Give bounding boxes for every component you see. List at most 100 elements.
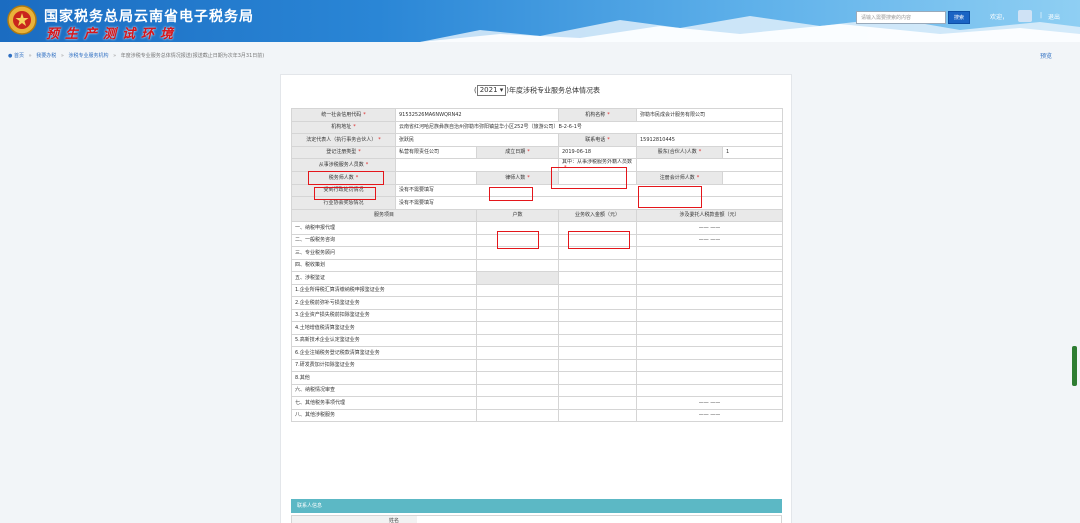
revenue-input[interactable] xyxy=(558,296,637,310)
households-input[interactable] xyxy=(476,296,559,310)
revenue-input[interactable] xyxy=(558,408,637,422)
service-item-label: 五、涉税鉴证 xyxy=(291,271,477,285)
highlight-households-column xyxy=(497,231,539,249)
households-input[interactable] xyxy=(476,308,559,322)
search-button[interactable]: 搜索 xyxy=(948,11,970,24)
search-input[interactable]: 请输入需要搜索的内容 xyxy=(856,11,946,24)
involved-tax-input[interactable] xyxy=(635,321,784,335)
service-item-label: 7.研发费加计扣除鉴证业务 xyxy=(291,358,477,372)
households-input[interactable] xyxy=(476,396,559,410)
involved-tax-input[interactable] xyxy=(635,246,784,260)
revenue-input[interactable] xyxy=(558,321,637,335)
involved-tax-input[interactable] xyxy=(635,358,784,372)
org-name-label: 机构名称 * xyxy=(558,108,637,122)
org-name-value: 弥勒市民成会计服务有限公司 xyxy=(635,108,784,122)
service-item-label: 四、税收策划 xyxy=(291,258,477,272)
table-row: 6.企业注销税务登记税款清算鉴证业务 xyxy=(291,346,784,360)
revenue-input[interactable] xyxy=(558,333,637,347)
table-row: 1.企业所得税汇算清缴纳税申报鉴证业务 xyxy=(291,283,784,297)
households-input[interactable] xyxy=(476,258,559,272)
revenue-input[interactable] xyxy=(558,358,637,372)
highlight-cpa-label xyxy=(638,186,702,208)
foreign-staff-input[interactable] xyxy=(635,158,784,172)
scrollbar-thumb[interactable] xyxy=(1072,346,1077,386)
phone-value: 15912810445 xyxy=(635,133,784,147)
revenue-input[interactable] xyxy=(558,271,637,285)
households-input[interactable] xyxy=(476,333,559,347)
staff-input[interactable] xyxy=(395,158,559,172)
households-input[interactable] xyxy=(476,283,559,297)
households-input[interactable] xyxy=(476,321,559,335)
involved-tax-input[interactable] xyxy=(635,283,784,297)
households-input[interactable] xyxy=(476,371,559,385)
service-item-label: 二、一般税务咨询 xyxy=(291,233,477,247)
involved-tax-input[interactable] xyxy=(635,371,784,385)
form-panel: (2021 ▾)年度涉税专业服务总体情况表 统一社会信用代码 * 91532526… xyxy=(280,74,792,523)
revenue-input[interactable] xyxy=(558,371,637,385)
service-item-label: 8.其他 xyxy=(291,371,477,385)
households-input[interactable] xyxy=(476,383,559,397)
revenue-input[interactable] xyxy=(558,283,637,297)
mountain-decoration xyxy=(420,16,1080,42)
address-value: 云南省红河哈尼族彝族自治州弥勒市弥阳镇益华小区252号（旅游公司）B-2-6-1… xyxy=(394,120,784,134)
revenue-input[interactable] xyxy=(558,396,637,410)
est-date-label: 成立日期 * xyxy=(476,145,559,159)
address-label: 机构地址 * xyxy=(291,120,396,134)
breadcrumb-agency[interactable]: 涉税专业服务机构 xyxy=(69,53,109,59)
avatar[interactable] xyxy=(1018,10,1032,22)
form-title: (2021 ▾)年度涉税专业服务总体情况表 xyxy=(473,85,601,96)
reg-type-label: 登记注册类型 * xyxy=(291,145,396,159)
revenue-input[interactable] xyxy=(558,308,637,322)
breadcrumb-home[interactable]: 首页 xyxy=(14,53,24,59)
involved-tax-input[interactable] xyxy=(635,346,784,360)
contact-section-header: 联系人信息 xyxy=(291,499,782,513)
households-input[interactable] xyxy=(476,408,559,422)
shareholder-value: 1 xyxy=(721,145,784,159)
involved-tax-input[interactable] xyxy=(635,333,784,347)
col-households: 户数 xyxy=(476,208,559,222)
col-revenue: 业务收入金额（元） xyxy=(558,208,637,222)
households-input[interactable] xyxy=(476,346,559,360)
chevron-down-icon: ▾ xyxy=(499,86,504,94)
col-involved-tax: 涉及委托人税款金额（元） xyxy=(635,208,784,222)
environment-title: 预生产测试环境 xyxy=(46,27,180,42)
involved-tax-input[interactable] xyxy=(635,271,784,285)
service-item-label: 一、纳税申报代理 xyxy=(291,221,477,235)
service-item-label: 六、纳税情况审查 xyxy=(291,383,477,397)
revenue-input[interactable] xyxy=(558,383,637,397)
highlight-tax-agent-label xyxy=(314,187,376,200)
breadcrumb-current: 年度涉税专业服务总体情况报送(报送截止日期为次年3月31日前) xyxy=(120,53,265,59)
table-row: 四、税收策划 xyxy=(291,258,784,272)
revenue-input[interactable] xyxy=(558,346,637,360)
table-row: 五、涉税鉴证 xyxy=(291,271,784,285)
service-summary-table: 统一社会信用代码 * 91532526MA6NWQRN42 机构名称 * 弥勒市民成… xyxy=(291,108,784,422)
logout-link[interactable]: 退出 xyxy=(1048,12,1060,21)
assoc-discipline-input[interactable]: 没有不需要填写 xyxy=(394,196,784,210)
revenue-input[interactable] xyxy=(558,258,637,272)
breadcrumb-tax[interactable]: 我要办税 xyxy=(36,53,56,59)
tax-agent-input[interactable] xyxy=(395,171,477,185)
table-row: 八、其他涉税服务 —— —— xyxy=(291,408,784,422)
households-disabled xyxy=(476,271,559,285)
credit-code-value: 91532526MA6NWQRN42 xyxy=(395,108,559,122)
location-pin-icon: ● xyxy=(8,53,13,59)
involved-tax-input[interactable] xyxy=(635,296,784,310)
involved-tax-input[interactable] xyxy=(635,308,784,322)
involved-tax-input[interactable] xyxy=(635,258,784,272)
involved-tax-input[interactable] xyxy=(635,383,784,397)
service-item-label: 八、其他涉税服务 xyxy=(291,408,477,422)
year-select[interactable]: 2021 ▾ xyxy=(476,85,507,96)
header-separator: | xyxy=(1040,12,1043,19)
service-item-label: 6.企业注销税务登记税款清算鉴证业务 xyxy=(291,346,477,360)
households-input[interactable] xyxy=(476,358,559,372)
service-item-label: 3.企业资产损失税前扣除鉴证业务 xyxy=(291,308,477,322)
highlight-revenue-column xyxy=(568,231,630,249)
involved-tax-dash: —— —— xyxy=(635,221,784,235)
preview-link[interactable]: 预览 xyxy=(1040,51,1052,60)
breadcrumb: ● 首页 » 我要办税 » 涉税专业服务机构 » 年度涉税专业服务总体情况报送(… xyxy=(8,53,265,59)
service-item-label: 4.土地增值税清算鉴证业务 xyxy=(291,321,477,335)
involved-tax-dash: —— —— xyxy=(635,408,784,422)
legal-rep-label: 法定代表人（执行事务合伙人） * xyxy=(291,133,396,147)
cpa-input[interactable] xyxy=(721,171,784,185)
table-row: 2.企业税前弥补亏损鉴证业务 xyxy=(291,296,784,310)
